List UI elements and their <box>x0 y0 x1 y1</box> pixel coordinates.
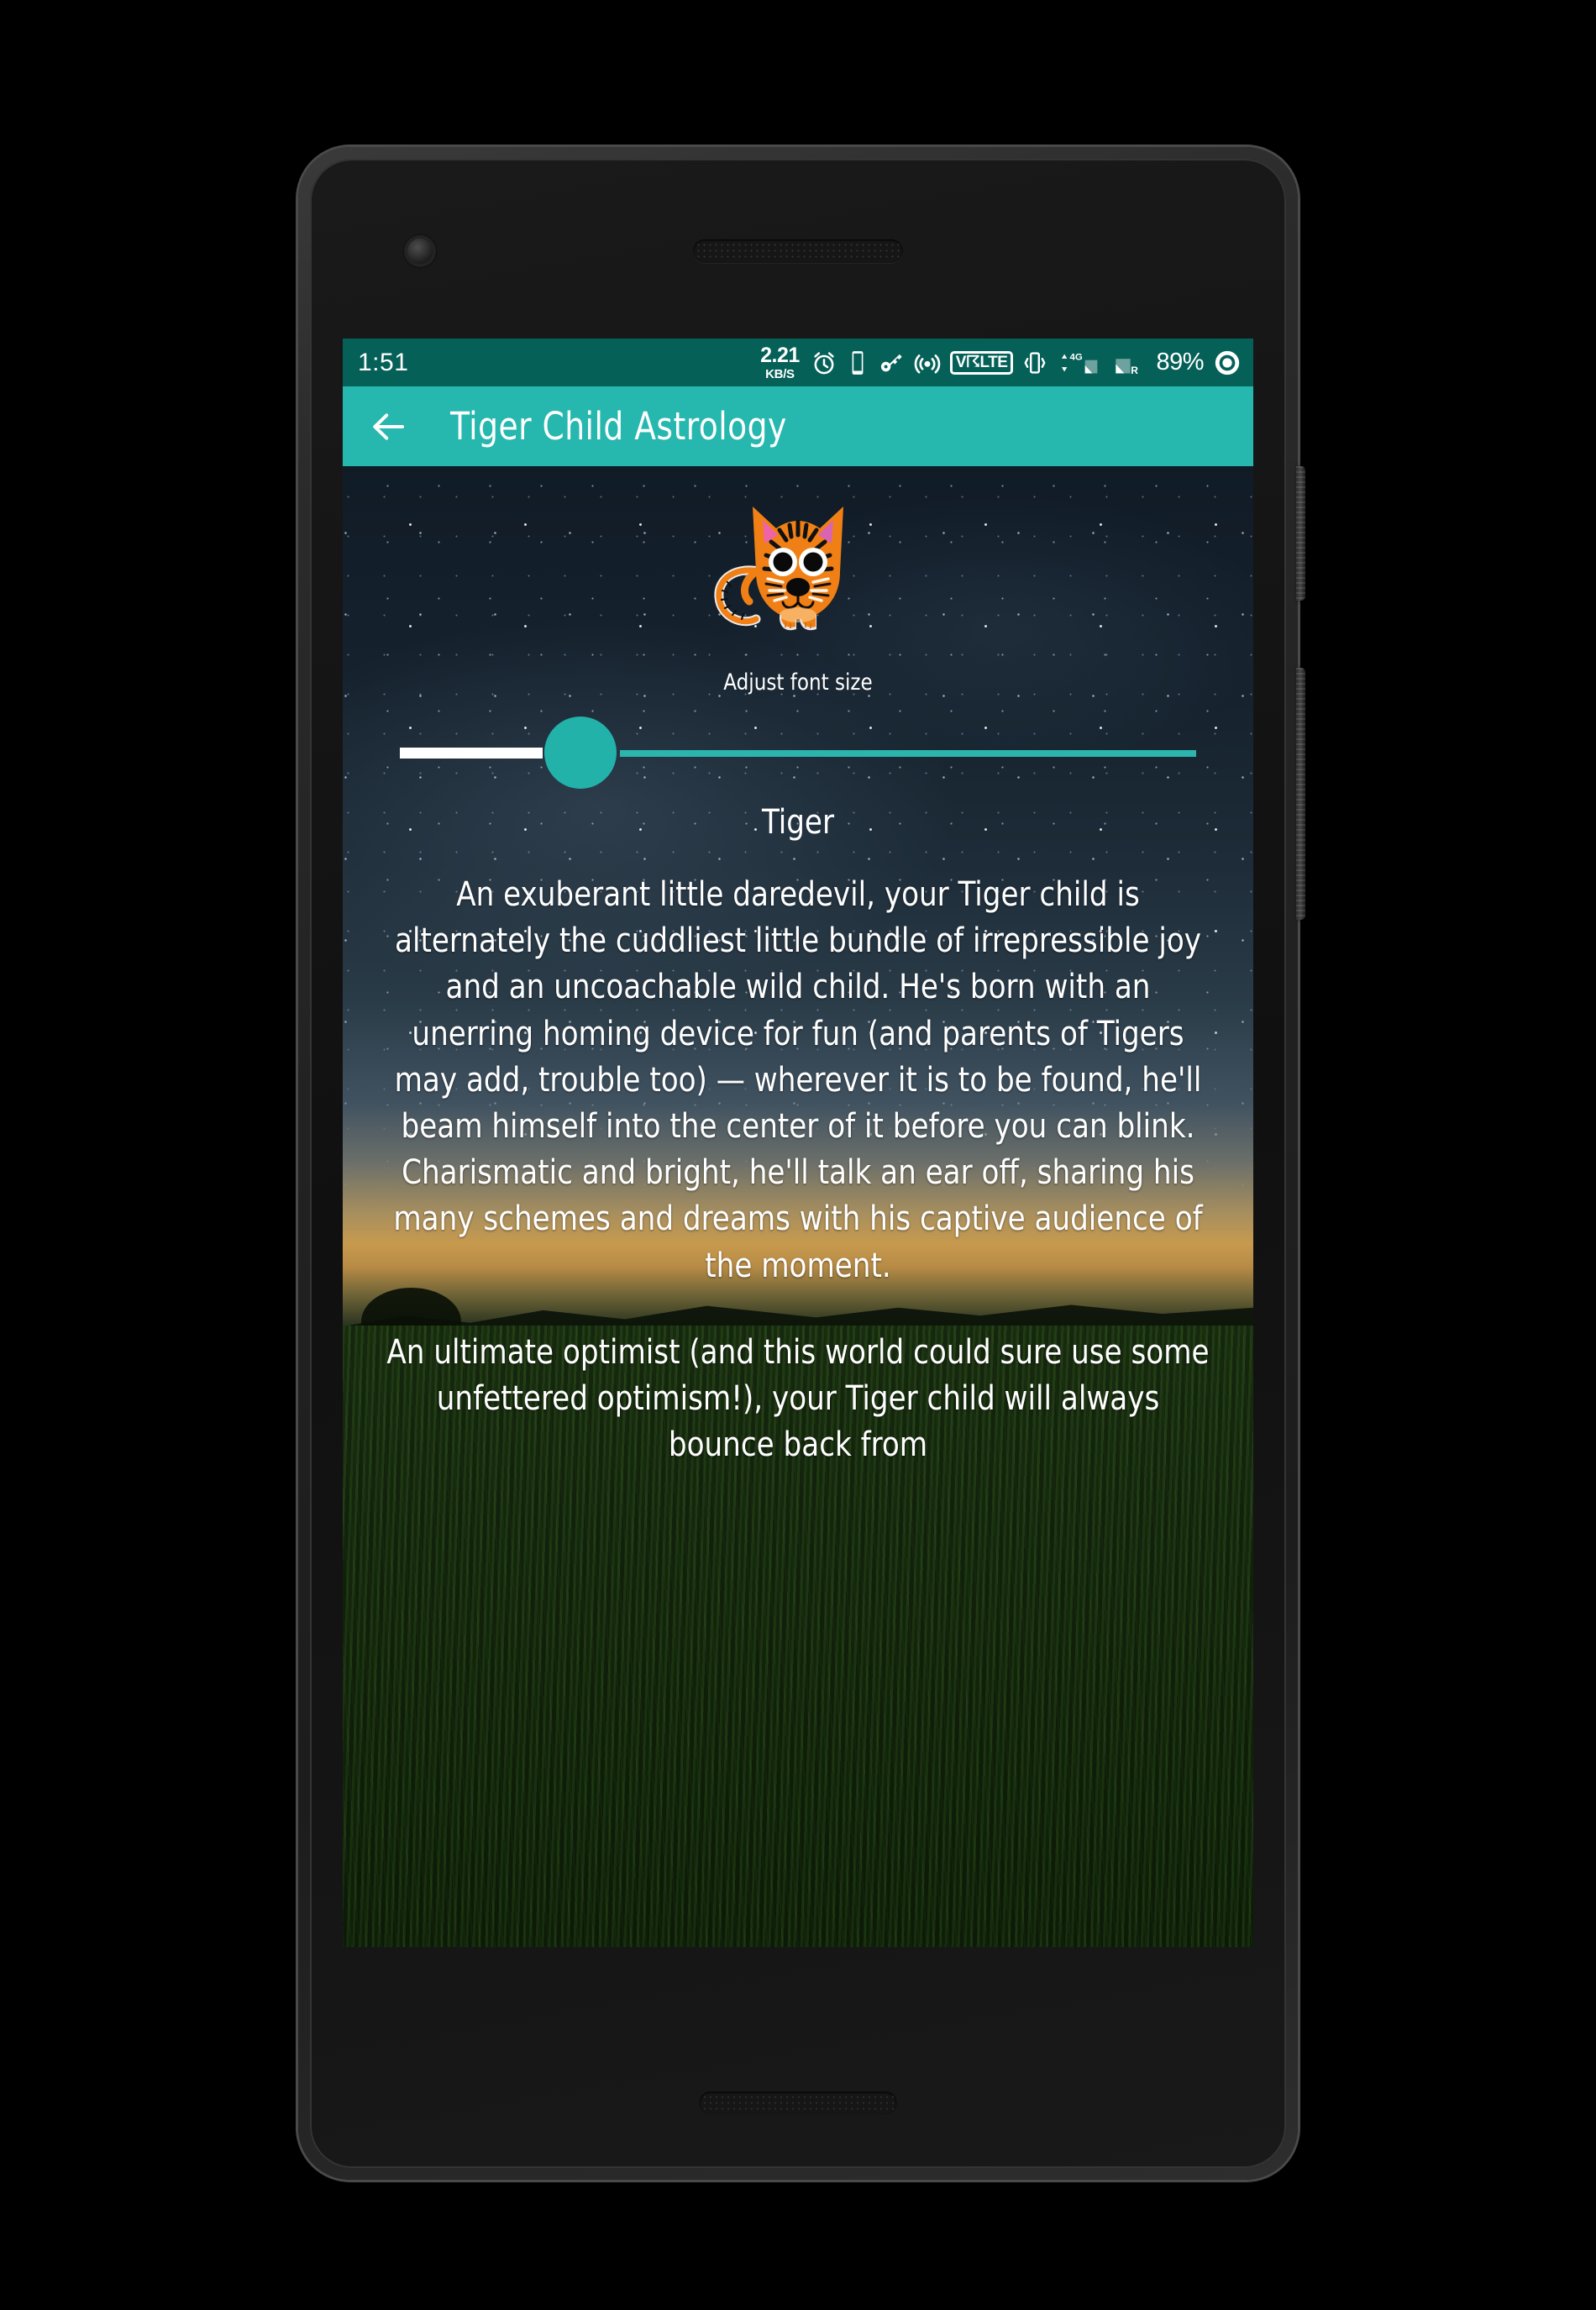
bottom-speaker <box>699 2092 897 2114</box>
svg-text:R: R <box>1131 364 1139 375</box>
power-button[interactable] <box>1296 466 1305 601</box>
article-heading: Tiger <box>761 803 835 842</box>
mascot-container <box>343 466 1253 651</box>
article-paragraph: An ultimate optimist (and this world cou… <box>386 1332 1210 1465</box>
volume-rocker-button[interactable] <box>1296 668 1305 920</box>
data-rate-value: 2.21 <box>760 343 800 367</box>
svg-text:4G: 4G <box>1070 352 1083 362</box>
alarm-clock-icon <box>814 351 834 374</box>
vpn-key-icon <box>880 354 902 371</box>
front-camera-icon <box>404 235 436 267</box>
slider-thumb[interactable] <box>544 717 617 789</box>
back-arrow-icon <box>373 412 404 440</box>
page-title: Tiger Child Astrology <box>450 404 787 449</box>
scrollable-content-area[interactable]: Adjust font size Tiger An exuberant litt… <box>343 466 1253 1947</box>
app-bar: Tiger Child Astrology <box>343 386 1253 466</box>
record-circle-icon <box>1215 350 1240 375</box>
volte-badge: V☈LTE <box>949 350 1014 375</box>
data-rate-indicator: 2.21 KB/S <box>760 343 800 381</box>
tiger-mascot-icon <box>714 507 843 631</box>
article-body: Tiger An exuberant little daredevil, you… <box>343 803 1253 1468</box>
mobile-device-icon <box>852 350 864 375</box>
status-bar: 1:51 2.21 KB/S V☈LTE 4G R 89% <box>343 339 1253 386</box>
vibrate-icon <box>1024 351 1046 374</box>
font-size-label: Adjust font size <box>723 669 873 696</box>
phone-device-frame: 1:51 2.21 KB/S V☈LTE 4G R 89% Tiger Chil… <box>298 147 1305 2180</box>
back-button[interactable] <box>363 401 415 453</box>
hotspot-icon <box>914 354 941 374</box>
phone-screen: 1:51 2.21 KB/S V☈LTE 4G R 89% Tiger Chil… <box>343 339 1253 1947</box>
slider-track-remaining <box>620 750 1196 757</box>
roaming-signal-icon: R <box>1116 358 1139 375</box>
status-bar-clock: 1:51 <box>358 348 409 376</box>
earpiece-speaker <box>693 239 903 263</box>
status-bar-icons: 2.21 KB/S V☈LTE 4G R 89% <box>760 343 1242 381</box>
article-paragraph: An exuberant little daredevil, your Tige… <box>393 875 1203 1285</box>
slider-track-filled <box>400 748 543 759</box>
article-scroll-content: Adjust font size Tiger An exuberant litt… <box>343 466 1253 1542</box>
data-rate-unit: KB/S <box>765 366 795 381</box>
battery-percent-label: 89% <box>1156 349 1204 375</box>
font-size-slider[interactable] <box>400 716 1196 790</box>
mobile-signal-4g-icon: 4G <box>1062 352 1098 374</box>
